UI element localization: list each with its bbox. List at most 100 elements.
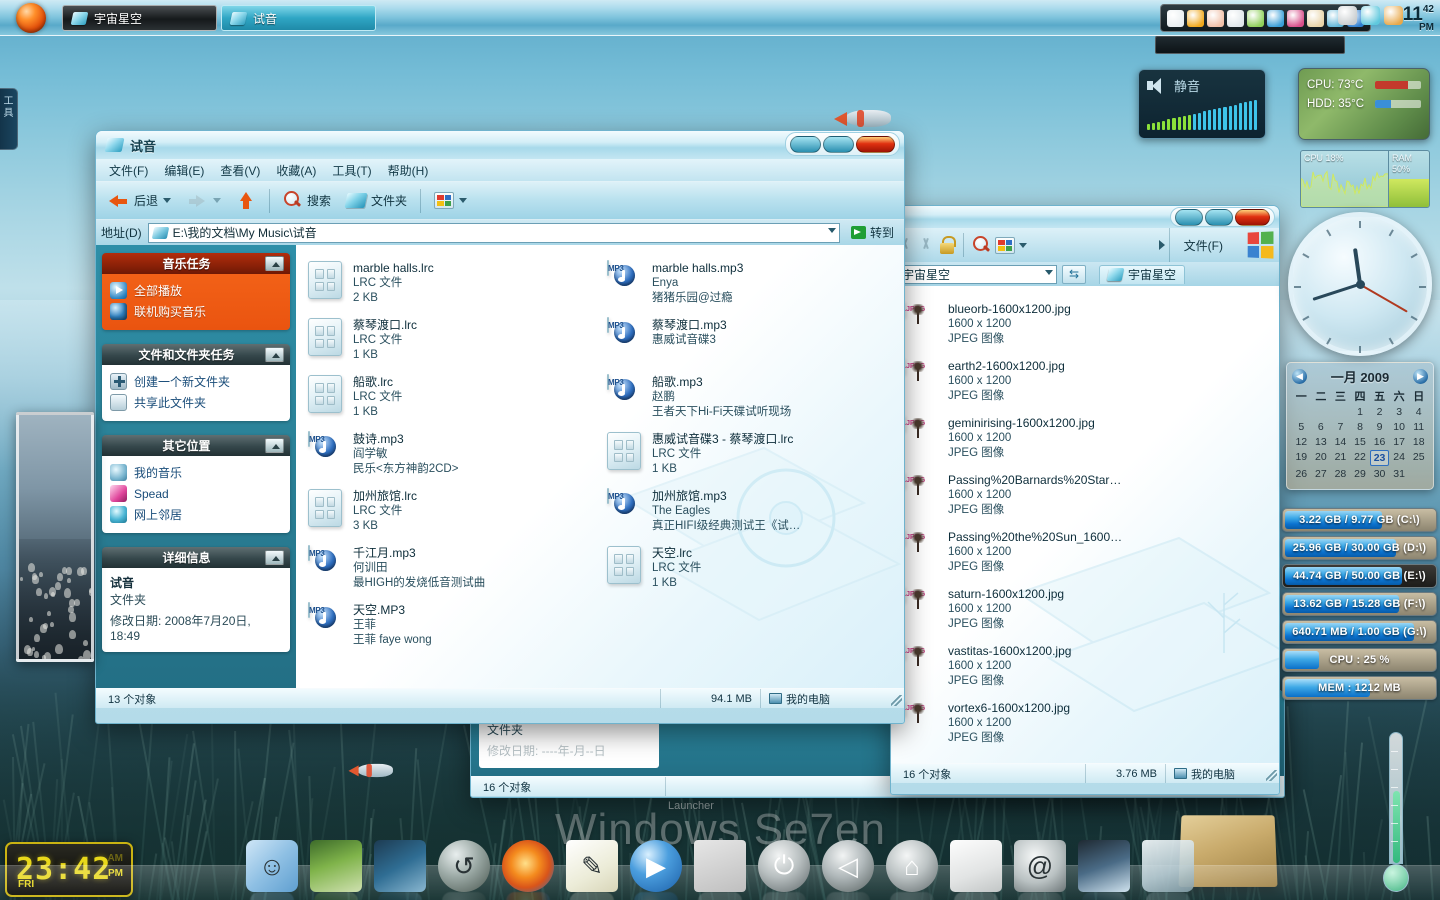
resize-grip[interactable] (1266, 770, 1277, 781)
task-group-header-2[interactable]: 其它位置 (102, 435, 290, 456)
window2-titlebar[interactable] (891, 206, 1279, 228)
left-edge-tool-tab[interactable]: 工具 (0, 88, 18, 150)
dock-icon-time-machine[interactable]: ↺ (438, 840, 490, 892)
file-item[interactable]: marble halls.mp3 Enya 猪猪乐园@过瘾 (603, 255, 896, 312)
dock-icon-home[interactable]: ⌂ (886, 840, 938, 892)
media-icon[interactable] (1267, 10, 1284, 27)
go-button[interactable]: 转到 (846, 224, 899, 241)
views-chevron-down-icon[interactable] (459, 198, 467, 203)
calendar-day[interactable]: 9 (1370, 420, 1389, 434)
file-item[interactable]: 加州旅馆.mp3 The Eagles 真正HIFI级经典测试王《试… (603, 483, 896, 540)
window2-address-combo[interactable]: 宇宙星空 (897, 265, 1057, 284)
calendar-day[interactable]: 13 (1312, 435, 1331, 449)
calendar-day[interactable]: 20 (1312, 450, 1331, 466)
chevron-up-icon[interactable] (265, 347, 284, 362)
calendar-day[interactable]: 16 (1370, 435, 1389, 449)
calendar-day[interactable]: 27 (1312, 467, 1331, 481)
taskbar-button-1[interactable]: 试音 (221, 5, 376, 31)
start-orb[interactable] (16, 3, 46, 33)
calendar-day[interactable]: 22 (1351, 450, 1370, 466)
picture-icon[interactable] (1307, 10, 1324, 27)
meter-1[interactable]: 25.96 GB / 30.00 GB (D:\) (1282, 536, 1437, 560)
task-item-orange-1[interactable]: 联机购买音乐 (110, 301, 284, 322)
window2-file-list[interactable]: blueorb-1600x1200.jpg 1600 x 1200 JPEG 图… (891, 286, 1279, 763)
file-item[interactable]: vastitas-1600x1200.jpg 1600 x 1200 JPEG … (899, 638, 1271, 695)
calendar-day[interactable]: 10 (1390, 420, 1409, 434)
windows-logo-icon[interactable] (1248, 231, 1274, 258)
window2-file-menu[interactable]: 文件(F) (1169, 228, 1237, 262)
dock-icon-desktop[interactable] (310, 840, 362, 892)
calendar-day[interactable]: 8 (1351, 420, 1370, 434)
pen-icon[interactable] (1247, 10, 1264, 27)
menu-item-0[interactable]: 文件(F) (102, 160, 155, 181)
refresh-button[interactable]: ⇆ (1062, 265, 1086, 284)
task-group-header-0[interactable]: 音乐任务 (102, 253, 290, 274)
calendar-day[interactable]: 19 (1292, 450, 1311, 466)
file-item[interactable]: blueorb-1600x1200.jpg 1600 x 1200 JPEG 图… (899, 296, 1271, 353)
calendar-day[interactable]: 18 (1409, 435, 1428, 449)
window1-file-list[interactable]: marble halls.lrc LRC 文件 2 KB marble hall… (296, 245, 904, 688)
calendar-day[interactable]: 15 (1351, 435, 1370, 449)
file-item[interactable]: saturn-1600x1200.jpg 1600 x 1200 JPEG 图像 (899, 581, 1271, 638)
details-group-header[interactable]: 详细信息 (102, 547, 290, 568)
search-icon[interactable] (972, 236, 991, 255)
toolbar-overflow-icon[interactable] (1159, 240, 1165, 250)
file-item[interactable]: geminirising-1600x1200.jpg 1600 x 1200 J… (899, 410, 1271, 467)
up-button[interactable] (230, 186, 262, 216)
forward-chevron-down-icon[interactable] (213, 198, 221, 203)
calendar-day[interactable]: 25 (1409, 450, 1428, 466)
task-item-gray-1[interactable]: Spead (110, 483, 284, 504)
chevron-up-icon[interactable] (265, 438, 284, 453)
file-item[interactable]: 蔡琴渡口.mp3 惠威试音碟3 (603, 312, 896, 369)
speaker-mute-icon[interactable] (1147, 78, 1166, 94)
minimize-button[interactable] (1175, 209, 1203, 226)
back-button[interactable]: 后退 (101, 186, 177, 216)
volume-gadget[interactable]: 静音 (1138, 69, 1266, 139)
file-item[interactable]: Passing%20Barnards%20Star… 1600 x 1200 J… (899, 467, 1271, 524)
file-item[interactable]: earth2-1600x1200.jpg 1600 x 1200 JPEG 图像 (899, 353, 1271, 410)
explorer-window-universe[interactable]: 文件(F) 宇宙星空 ⇆ 宇宙星空 (890, 205, 1280, 795)
close-button[interactable] (1235, 209, 1270, 226)
task-item-gray-2[interactable]: 网上邻居 (110, 504, 284, 525)
clip-icon[interactable] (1338, 6, 1357, 25)
calendar-day[interactable]: 30 (1370, 467, 1389, 481)
menu-item-2[interactable]: 查看(V) (213, 160, 267, 181)
network-icon[interactable] (1361, 6, 1380, 25)
calendar-day[interactable]: 11 (1409, 420, 1428, 434)
calendar-day[interactable]: 17 (1390, 435, 1409, 449)
file-item[interactable]: 船歌.lrc LRC 文件 1 KB (304, 369, 597, 426)
calendar-gadget[interactable]: ◀ 一月 2009 ▶ 一二三四五六日123456789101112131415… (1286, 362, 1434, 490)
calendar-day[interactable]: 7 (1331, 420, 1350, 434)
temperature-gadget[interactable]: CPU: 73°C HDD: 35°C (1298, 68, 1430, 140)
dock-icon-back[interactable]: ◁ (822, 840, 874, 892)
dock-icon-spaces[interactable] (374, 840, 426, 892)
forward-button[interactable] (180, 186, 227, 216)
task-item-gray-0[interactable]: 创建一个新文件夹 (110, 371, 284, 392)
calendar-day[interactable]: 12 (1292, 435, 1311, 449)
meter-6[interactable]: MEM : 1212 MB (1282, 676, 1437, 700)
menu-item-5[interactable]: 帮助(H) (381, 160, 436, 181)
file-item[interactable]: 天空.lrc LRC 文件 1 KB (603, 540, 896, 597)
meter-2[interactable]: 44.74 GB / 50.00 GB (E:\) (1282, 564, 1437, 588)
calendar-day[interactable]: 5 (1292, 420, 1311, 434)
maximize-button[interactable] (1205, 209, 1233, 226)
calendar-day[interactable]: 3 (1390, 405, 1409, 419)
calendar-day[interactable]: 29 (1351, 467, 1370, 481)
views-icon[interactable] (995, 237, 1015, 254)
calendar-day-today[interactable]: 23 (1370, 450, 1389, 466)
dock-icon-trash[interactable] (1142, 840, 1194, 892)
lock-icon[interactable] (939, 236, 955, 254)
file-item[interactable]: 千江月.mp3 何训田 最HIGH的发烧低音测试曲 (304, 540, 597, 597)
photo-frame-gadget[interactable] (16, 412, 94, 662)
menu-item-4[interactable]: 工具(T) (325, 160, 378, 181)
dock-icon-apple-book[interactable] (950, 840, 1002, 892)
file-item[interactable]: 加州旅馆.lrc LRC 文件 3 KB (304, 483, 597, 540)
windows-icon[interactable] (1227, 10, 1244, 27)
paint-icon[interactable] (1287, 10, 1304, 27)
maximize-button[interactable] (823, 136, 854, 153)
calendar-day[interactable]: 21 (1331, 450, 1350, 466)
task-group-header-1[interactable]: 文件和文件夹任务 (102, 344, 290, 365)
dock-icon-mail[interactable]: @ (1014, 840, 1066, 892)
close-button[interactable] (856, 136, 895, 153)
minimize-button[interactable] (790, 136, 821, 153)
